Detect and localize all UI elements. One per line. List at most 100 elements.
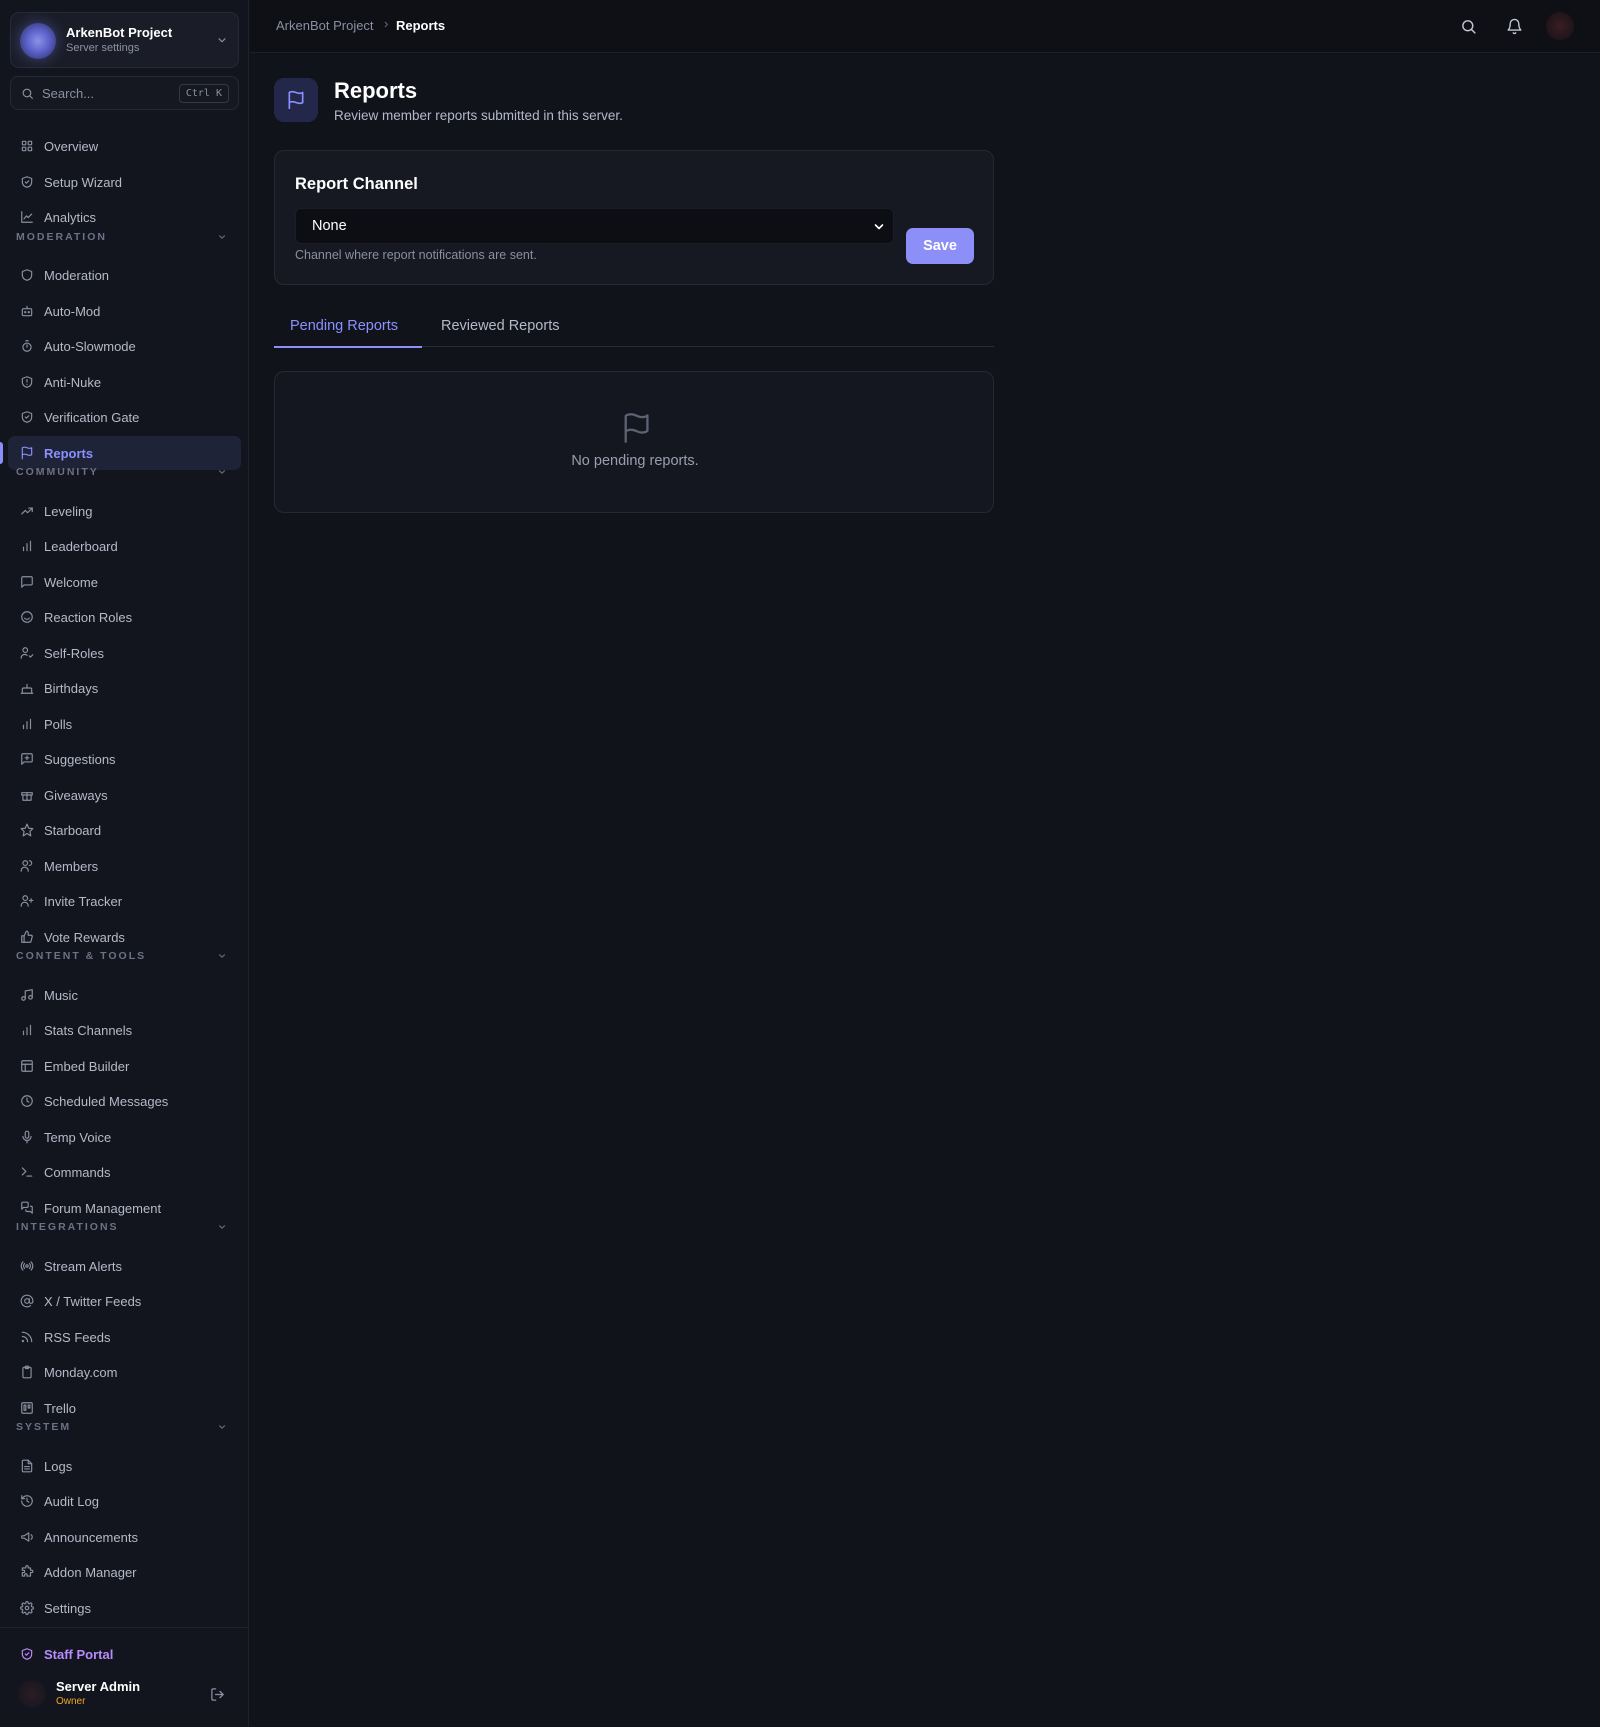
sidebar-item-logs[interactable]: Logs [8,1449,241,1483]
sidebar-item-giveaways[interactable]: Giveaways [8,778,241,812]
sidebar-item-self-roles[interactable]: Self-Roles [8,636,241,670]
avatar[interactable] [18,1680,46,1708]
tab-label: Pending Reports [290,318,399,334]
section-header-integrations[interactable]: INTEGRATIONS [16,1221,234,1235]
sidebar-item-trello[interactable]: Trello [8,1391,241,1425]
trello-icon [21,1402,33,1414]
tab-pending-reports[interactable]: Pending Reports [274,310,422,348]
sidebar-item-verification-gate[interactable]: Verification Gate [8,400,241,434]
sidebar-search[interactable]: Search... Ctrl K [10,76,239,110]
section-header-community[interactable]: COMMUNITY [16,466,234,480]
empty-state-text: No pending reports. [571,453,699,469]
user-name: Server Admin [56,1679,141,1694]
shield-icon [21,269,33,281]
sidebar-item-anti-nuke[interactable]: Anti-Nuke [8,365,241,399]
sidebar-item-label: Announcements [44,1529,138,1545]
avatar[interactable] [1546,12,1574,40]
section-header-moderation[interactable]: MODERATION [16,231,234,245]
sidebar-item-addon-manager[interactable]: Addon Manager [8,1555,241,1589]
staff-portal-link[interactable]: Staff Portal [8,1637,241,1671]
sidebar-item-suggestions[interactable]: Suggestions [8,742,241,776]
sidebar-item-stream-alerts[interactable]: Stream Alerts [8,1249,241,1283]
breadcrumb-root[interactable]: ArkenBot Project [276,18,374,33]
section-header-system[interactable]: SYSTEM [16,1421,234,1435]
sidebar-item-setup-wizard[interactable]: Setup Wizard [8,165,241,199]
sidebar-item-label: Analytics [44,209,97,225]
sidebar-item-stats-channels[interactable]: Stats Channels [8,1013,241,1047]
save-button[interactable]: Save [906,228,974,264]
sidebar-item-leaderboard[interactable]: Leaderboard [8,529,241,563]
tab-reviewed-reports[interactable]: Reviewed Reports [422,310,582,347]
page-title: Reports [334,78,418,103]
message-plus-icon [21,753,33,765]
clipboard-icon [22,1365,32,1379]
sidebar-item-auto-slowmode[interactable]: Auto-Slowmode [8,329,241,363]
sidebar-item-x-twitter-feeds[interactable]: X / Twitter Feeds [8,1284,241,1318]
breadcrumb-separator: › [384,16,389,31]
sidebar-item-leveling[interactable]: Leveling [8,494,241,528]
sidebar-item-overview[interactable]: Overview [8,129,241,163]
sidebar-item-reports[interactable]: Reports [8,436,241,470]
chevron-down-icon [218,470,226,474]
sidebar-item-forum-management[interactable]: Forum Management [8,1191,241,1225]
chevron-down-icon [218,38,226,43]
user-role-badge: Owner [56,1696,86,1707]
file-text-icon [21,1459,33,1473]
sidebar-item-label: Scheduled Messages [44,1093,169,1109]
logout-icon[interactable] [210,1687,225,1702]
sidebar-item-label: Leveling [44,503,93,519]
sidebar-item-label: Commands [44,1164,111,1180]
sidebar-item-label: Audit Log [44,1493,99,1509]
sidebar-item-label: Embed Builder [44,1058,130,1074]
bell-icon[interactable] [1506,18,1523,35]
sidebar-item-auto-mod[interactable]: Auto-Mod [8,294,241,328]
shield-alert-icon [21,376,33,388]
sidebar-item-announcements[interactable]: Announcements [8,1520,241,1554]
report-channel-help: Channel where report notifications are s… [295,248,537,262]
gift-icon [21,792,33,801]
report-channel-select[interactable]: None [295,208,894,244]
smile-icon [21,611,33,623]
megaphone-icon [21,1532,33,1542]
search-icon[interactable] [1460,18,1477,35]
sidebar-item-embed-builder[interactable]: Embed Builder [8,1049,241,1083]
sidebar-item-invite-tracker[interactable]: Invite Tracker [8,884,241,918]
section-title: CONTENT & TOOLS [16,950,147,962]
sidebar-item-starboard[interactable]: Starboard [8,813,241,847]
sidebar-item-birthdays[interactable]: Birthdays [8,671,241,705]
sidebar-item-rss-feeds[interactable]: RSS Feeds [8,1320,241,1354]
sidebar-item-vote-rewards[interactable]: Vote Rewards [8,920,241,954]
server-switcher[interactable]: ArkenBot Project Server settings [10,12,239,68]
sidebar-item-label: Birthdays [44,680,99,696]
sidebar-item-label: Reports [44,445,94,461]
shield-check-icon [21,411,33,423]
sidebar-item-label: Stream Alerts [44,1258,123,1274]
sidebar-item-audit-log[interactable]: Audit Log [8,1484,241,1518]
sidebar: ArkenBot Project Server settings Search.… [0,0,249,1727]
sidebar-item-temp-voice[interactable]: Temp Voice [8,1120,241,1154]
user-plus-icon [20,895,34,907]
at-sign-icon [20,1294,34,1308]
sidebar-item-monday-com[interactable]: Monday.com [8,1355,241,1389]
section-header-content-tools[interactable]: CONTENT & TOOLS [16,950,234,964]
sidebar-item-settings[interactable]: Settings [8,1591,241,1625]
sidebar-item-commands[interactable]: Commands [8,1155,241,1189]
sidebar-item-welcome[interactable]: Welcome [8,565,241,599]
sidebar-item-label: Verification Gate [44,409,140,425]
sidebar-item-label: X / Twitter Feeds [44,1293,142,1309]
sidebar-item-polls[interactable]: Polls [8,707,241,741]
chevron-down-icon [218,235,226,239]
sidebar-item-analytics[interactable]: Analytics [8,200,241,234]
sidebar-item-music[interactable]: Music [8,978,241,1012]
thumbs-up-icon [21,930,33,943]
clock-icon [21,1095,33,1107]
sidebar-item-reaction-roles[interactable]: Reaction Roles [8,600,241,634]
sidebar-item-members[interactable]: Members [8,849,241,883]
flag-icon [288,90,304,110]
staff-portal-label: Staff Portal [44,1646,114,1662]
sidebar-item-scheduled-messages[interactable]: Scheduled Messages [8,1084,241,1118]
shield-check-icon [21,176,33,188]
search-placeholder: Search... [42,86,95,101]
sidebar-item-moderation[interactable]: Moderation [8,258,241,292]
sidebar-item-label: Reaction Roles [44,609,133,625]
